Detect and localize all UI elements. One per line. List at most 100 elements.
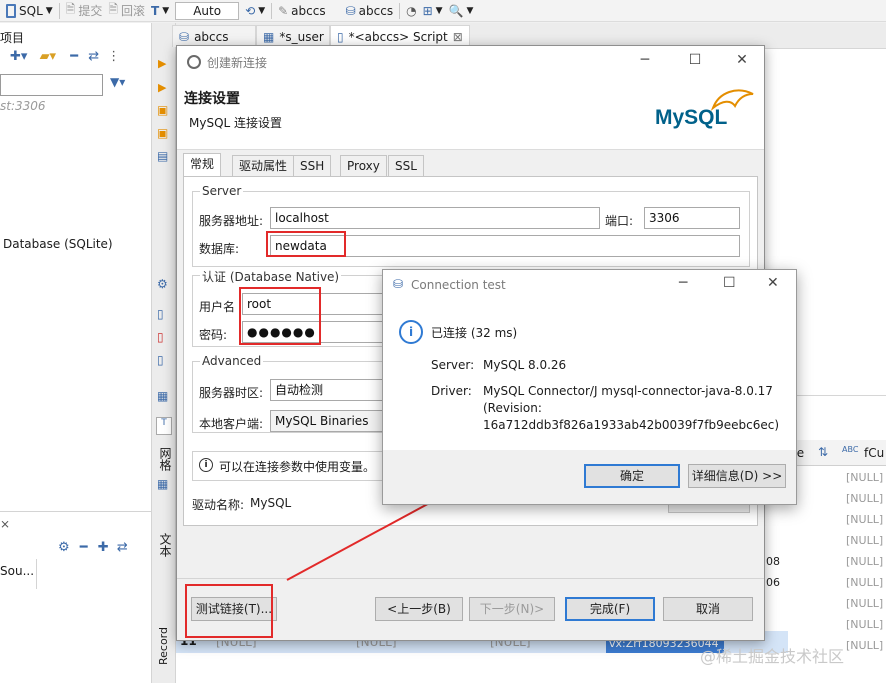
- driver-value: MySQL Connector/J mysql-connector-java-8…: [483, 384, 773, 398]
- button-divider: [177, 578, 764, 579]
- doc-icon[interactable]: ▯: [157, 307, 164, 321]
- column-divider: [36, 559, 37, 589]
- sql-icon: [6, 3, 16, 18]
- driver-name-value: MySQL: [250, 496, 292, 510]
- sort-icon[interactable]: ⇅: [818, 445, 828, 459]
- database-label: 数据库:: [199, 242, 240, 256]
- close-icon[interactable]: ✕: [767, 275, 779, 291]
- finish-button[interactable]: 完成(F): [565, 597, 655, 621]
- search-button[interactable]: 🔍 ▼: [449, 4, 474, 18]
- back-button[interactable]: <上一步(B): [375, 597, 463, 621]
- dbeaver-icon: [187, 55, 201, 69]
- grid-icon[interactable]: ▦: [157, 389, 168, 403]
- tab-driver-props[interactable]: 驱动属性: [232, 155, 295, 177]
- tab-abccs[interactable]: ⛁ abccs: [172, 25, 256, 47]
- info-icon: i: [399, 320, 423, 344]
- more-icon[interactable]: ⋮: [107, 49, 120, 64]
- chevron-down-icon: ▼: [45, 5, 53, 16]
- toolbar-separator: [58, 2, 60, 19]
- record-view-tab[interactable]: Record: [157, 627, 170, 665]
- collapse-icon[interactable]: ━: [80, 540, 88, 555]
- tab-general[interactable]: 常规: [183, 153, 222, 177]
- tab-ssl[interactable]: SSL: [388, 155, 424, 177]
- plan-icon[interactable]: ▣: [157, 126, 168, 140]
- dashboard-button[interactable]: ◔: [406, 4, 416, 18]
- doc-x-icon[interactable]: ▯: [157, 353, 164, 367]
- grid-cell: [NULL]: [846, 555, 884, 568]
- ok-button[interactable]: 确定: [584, 464, 680, 488]
- close-icon[interactable]: ⊠: [453, 30, 463, 44]
- gear-icon[interactable]: ⚙: [157, 277, 168, 291]
- driver-revision-label: (Revision:: [483, 401, 542, 415]
- tab-proxy[interactable]: Proxy: [340, 155, 387, 177]
- next-button[interactable]: 下一步(N)>: [469, 597, 555, 621]
- tab-script[interactable]: ▯ *<abccs> Script ⊠: [330, 25, 470, 47]
- host-input[interactable]: localhost: [270, 207, 600, 229]
- autocommit-selector[interactable]: Auto: [175, 1, 240, 20]
- connect-icon[interactable]: ✚▾: [10, 49, 27, 64]
- commit-button[interactable]: 🗎 提交: [66, 0, 103, 21]
- filter-icon[interactable]: ▼▾: [110, 75, 125, 89]
- dialog-titlebar: 创建新连接: [177, 46, 764, 78]
- server-value: MySQL 8.0.26: [483, 358, 567, 372]
- main-toolbar: SQL ▼ 🗎 提交 🗎 回滚 T ▼ Auto ⟲ ▼ ✎ abccs ⛁ a…: [0, 0, 886, 22]
- plug-icon: ✎: [278, 3, 289, 18]
- database-icon: ⛁: [179, 29, 190, 44]
- error-doc-icon[interactable]: ▯: [157, 330, 164, 344]
- gear-icon[interactable]: ⚙: [58, 540, 70, 555]
- tab-s-user[interactable]: ▦ *s_user: [256, 25, 330, 47]
- grid-cell: [NULL]: [846, 471, 884, 484]
- minimize-icon[interactable]: ─: [635, 52, 655, 70]
- transaction-mode-button[interactable]: T ▼: [151, 4, 169, 18]
- datasource-selector[interactable]: ✎ abccs: [278, 4, 325, 18]
- page-title: 连接设置: [184, 91, 240, 107]
- grid-cell: [NULL]: [846, 597, 884, 610]
- close-icon[interactable]: ✕: [732, 52, 752, 70]
- grid-cell: [NULL]: [846, 576, 884, 589]
- advanced-group-label: Advanced: [200, 354, 264, 368]
- format-icon[interactable]: ▤: [157, 149, 168, 163]
- minimize-icon[interactable]: ─: [679, 275, 687, 291]
- dialog-window-title: 创建新连接: [207, 55, 268, 70]
- bottom-list-item[interactable]: Sou...: [0, 564, 34, 578]
- folder-icon[interactable]: ▰▾: [40, 49, 57, 64]
- cancel-button[interactable]: 取消: [663, 597, 753, 621]
- transaction-icon: T: [151, 3, 160, 18]
- grid-table-icon[interactable]: ▦: [157, 477, 168, 491]
- dialog-header: 连接设置 MySQL 连接设置 MySQL: [177, 78, 764, 150]
- transform-icon[interactable]: T: [156, 417, 172, 435]
- explain-icon[interactable]: ▣: [157, 103, 168, 117]
- column-header: fCu: [864, 446, 885, 460]
- grid-view-tab[interactable]: 网格: [157, 447, 174, 471]
- info-text: 可以在连接参数中使用变量。: [219, 460, 376, 474]
- sql-label: SQL: [19, 3, 43, 18]
- tab-ssh[interactable]: SSH: [293, 155, 332, 177]
- execute-icon[interactable]: ▶: [158, 57, 166, 70]
- history-button[interactable]: ⟲ ▼: [245, 4, 265, 18]
- link-icon[interactable]: ⇄: [117, 540, 128, 555]
- sql-editor-button[interactable]: SQL ▼: [6, 3, 53, 18]
- execute-script-icon[interactable]: ▶: [158, 81, 166, 94]
- filter-input[interactable]: [0, 74, 103, 96]
- port-input[interactable]: 3306: [644, 207, 740, 229]
- manage-button[interactable]: ⊞ ▼: [423, 4, 443, 18]
- maximize-icon[interactable]: ☐: [685, 52, 705, 70]
- server-group-label: Server: [200, 184, 244, 198]
- toolbar-separator: [399, 2, 401, 19]
- rollback-button[interactable]: 🗎 回滚: [108, 0, 145, 21]
- schema-selector[interactable]: ⛁ abccs: [346, 4, 393, 18]
- details-button[interactable]: 详细信息(D) >>: [688, 464, 786, 488]
- grid-cell: [NULL]: [846, 618, 884, 631]
- link-icon[interactable]: ⇄: [88, 49, 99, 64]
- chevron-down-icon: ▼: [162, 5, 170, 16]
- text-view-tab[interactable]: 文本: [157, 533, 174, 557]
- tree-item-sqlite[interactable]: Database (SQLite): [3, 237, 113, 251]
- grid-cell: 08: [766, 555, 780, 568]
- maximize-icon[interactable]: ☐: [723, 275, 736, 291]
- collapse-icon[interactable]: ━: [70, 49, 78, 64]
- chevron-down-icon: ▼: [435, 5, 443, 16]
- grid-cell: 06: [766, 576, 780, 589]
- close-icon[interactable]: ⨯: [0, 517, 10, 531]
- add-icon[interactable]: ✚: [98, 540, 109, 555]
- username-label: 用户名: [199, 300, 236, 314]
